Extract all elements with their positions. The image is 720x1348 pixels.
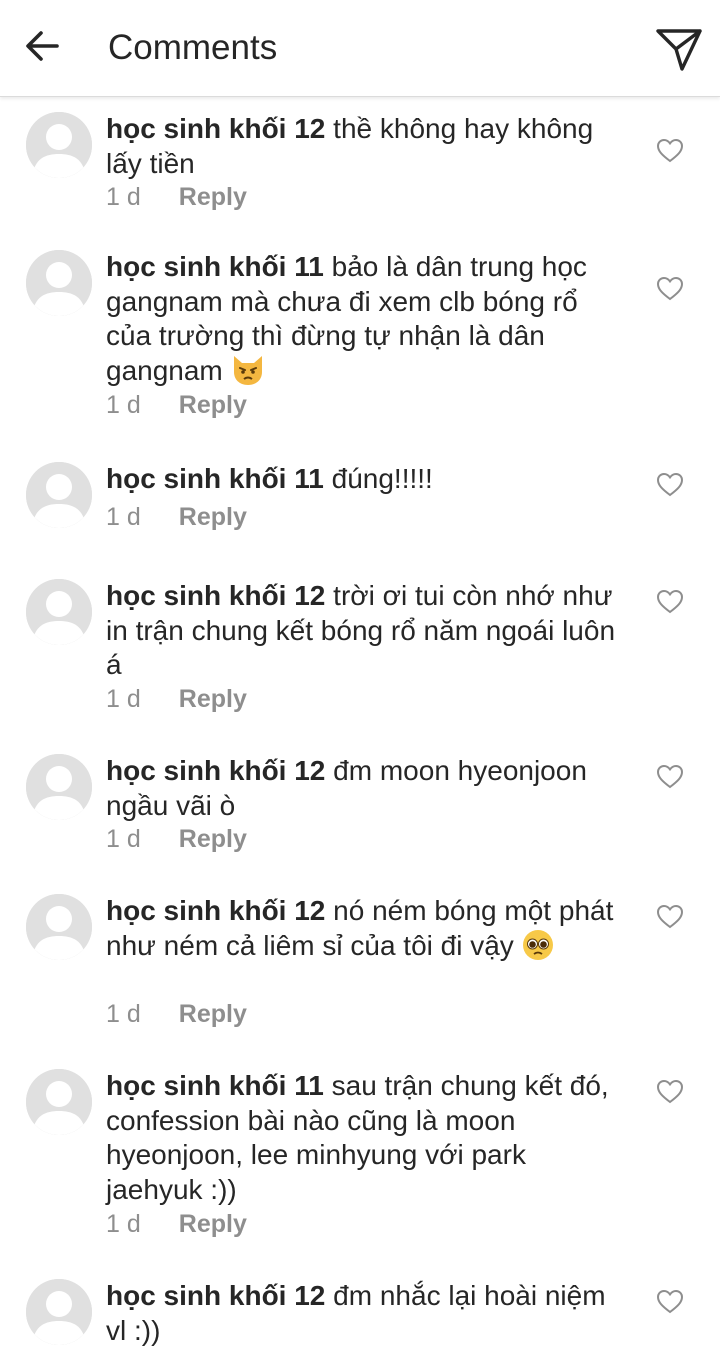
angry-cat-emoji <box>233 355 262 385</box>
comment-username[interactable]: học sinh khối 12 <box>106 580 325 611</box>
comment-meta: 1 d Reply <box>106 684 247 714</box>
avatar[interactable] <box>26 579 92 645</box>
heart-icon[interactable] <box>656 1079 684 1105</box>
heart-icon[interactable] <box>656 904 684 930</box>
reply-button[interactable]: Reply <box>179 825 247 853</box>
page-title: Comments <box>108 28 278 67</box>
comment-time: 1 d <box>106 183 141 211</box>
comment-text: học sinh khối 11 đúng!!!!! <box>106 462 626 497</box>
default-avatar-icon <box>26 579 92 645</box>
comment-username[interactable]: học sinh khối 11 <box>106 1070 324 1101</box>
comment-time: 1 d <box>106 391 141 419</box>
comment-text: học sinh khối 12 đm nhắc lại hoài niệm v… <box>106 1279 626 1348</box>
comment-time: 1 d <box>106 685 141 713</box>
comment-username[interactable]: học sinh khối 12 <box>106 113 325 144</box>
comment-username[interactable]: học sinh khối 12 <box>106 755 325 786</box>
comment-text: học sinh khối 12 đm moon hyeonjoon ngầu … <box>106 754 626 823</box>
paper-plane-icon <box>656 29 702 71</box>
default-avatar-icon <box>26 1069 92 1135</box>
heart-icon[interactable] <box>656 138 684 164</box>
comment-time: 1 d <box>106 825 141 853</box>
comment-username[interactable]: học sinh khối 12 <box>106 1280 325 1311</box>
avatar[interactable] <box>26 112 92 178</box>
comment-text: học sinh khối 12 thề không hay không lấy… <box>106 112 626 181</box>
heart-icon[interactable] <box>656 589 684 615</box>
comment-meta: 1 d Reply <box>106 182 247 212</box>
comment-text: học sinh khối 11 sau trận chung kết đó, … <box>106 1069 626 1207</box>
avatar[interactable] <box>26 462 92 528</box>
heart-icon[interactable] <box>656 764 684 790</box>
default-avatar-icon <box>26 112 92 178</box>
heart-icon[interactable] <box>656 1289 684 1315</box>
avatar[interactable] <box>26 250 92 316</box>
comment-username[interactable]: học sinh khối 12 <box>106 895 325 926</box>
comment-username[interactable]: học sinh khối 11 <box>106 251 324 282</box>
comment-meta: 1 d Reply <box>106 1209 247 1239</box>
comment-body: đúng!!!!! <box>331 463 433 494</box>
heart-icon[interactable] <box>656 276 684 302</box>
default-avatar-icon <box>26 754 92 820</box>
default-avatar-icon <box>26 250 92 316</box>
default-avatar-icon <box>26 1279 92 1345</box>
arrow-left-icon <box>26 31 59 61</box>
default-avatar-icon <box>26 462 92 528</box>
comment-meta: 1 d Reply <box>106 999 247 1029</box>
reply-button[interactable]: Reply <box>179 503 247 531</box>
comment-text: học sinh khối 12 trời ơi tui còn nhớ như… <box>106 579 626 683</box>
avatar[interactable] <box>26 1279 92 1345</box>
reply-button[interactable]: Reply <box>179 685 247 713</box>
avatar[interactable] <box>26 894 92 960</box>
top-bar: Comments <box>0 0 720 97</box>
comment-text: học sinh khối 11 bảo là dân trung học ga… <box>106 250 626 388</box>
reply-button[interactable]: Reply <box>179 1000 247 1028</box>
reply-button[interactable]: Reply <box>179 1210 247 1238</box>
comment-meta: 1 d Reply <box>106 824 247 854</box>
share-button[interactable] <box>652 22 706 76</box>
reply-button[interactable]: Reply <box>179 183 247 211</box>
comment-time: 1 d <box>106 503 141 531</box>
back-button[interactable] <box>18 22 66 70</box>
comment-meta: 1 d Reply <box>106 390 247 420</box>
comment-time: 1 d <box>106 1000 141 1028</box>
default-avatar-icon <box>26 894 92 960</box>
heart-icon[interactable] <box>656 472 684 498</box>
avatar[interactable] <box>26 754 92 820</box>
comment-time: 1 d <box>106 1210 141 1238</box>
comment-username[interactable]: học sinh khối 11 <box>106 463 324 494</box>
comment-text: học sinh khối 12 nó ném bóng một phát nh… <box>106 894 626 963</box>
pleading-face-emoji <box>522 929 553 960</box>
avatar[interactable] <box>26 1069 92 1135</box>
comment-meta: 1 d Reply <box>106 502 247 532</box>
reply-button[interactable]: Reply <box>179 391 247 419</box>
